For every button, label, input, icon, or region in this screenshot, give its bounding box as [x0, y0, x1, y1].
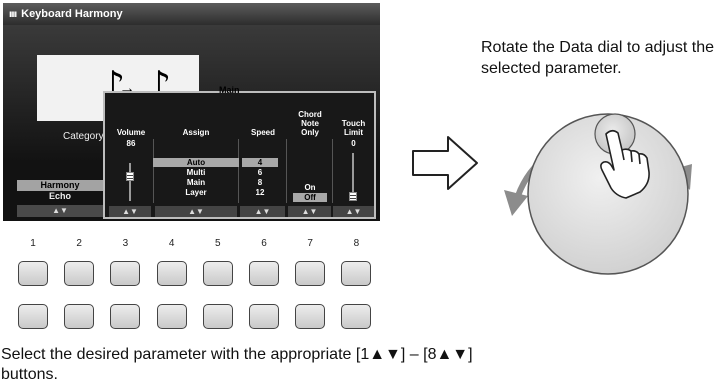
button-5-up[interactable]	[202, 261, 233, 286]
parameter-popup: Volume 86 ▲▼ Assign Auto Multi Main Laye…	[103, 91, 376, 219]
button-4-down[interactable]	[156, 304, 187, 329]
touch-limit-arrows: ▲▼	[333, 206, 374, 217]
right-arrow-icon	[412, 136, 478, 190]
column-divider	[286, 139, 287, 203]
button-2-down[interactable]	[64, 304, 95, 329]
chord-note-only-arrows: ▲▼	[288, 206, 331, 217]
button-number-1: 1	[30, 238, 36, 249]
volume-header: Volume	[116, 128, 146, 137]
button-8-down[interactable]	[341, 304, 372, 329]
chord-note-only-option-off[interactable]: Off	[293, 193, 327, 202]
button-number-7: 7	[307, 238, 313, 249]
volume-arrows: ▲▼	[109, 206, 151, 217]
button-7-up[interactable]	[295, 261, 326, 286]
assign-option-multi[interactable]: Multi	[153, 168, 239, 177]
assign-option-layer[interactable]: Layer	[153, 188, 239, 197]
speed-option-4[interactable]: 4	[242, 158, 278, 167]
screen-title-bar: ıııı Keyboard Harmony	[3, 3, 380, 25]
button-7-down[interactable]	[295, 304, 326, 329]
button-number-6: 6	[261, 238, 267, 249]
volume-slider-track[interactable]	[129, 163, 131, 201]
button-number-4: 4	[168, 238, 175, 249]
button-1-down[interactable]	[18, 304, 48, 329]
chord-note-only-option-on[interactable]: On	[293, 183, 327, 192]
category-list: Harmony Echo	[17, 180, 103, 202]
screen-title: Keyboard Harmony	[21, 8, 123, 20]
button-number-3: 3	[122, 238, 129, 249]
button-number-5: 5	[215, 238, 221, 249]
volume-value[interactable]: 86	[109, 139, 153, 148]
speed-option-8[interactable]: 8	[242, 178, 278, 187]
speed-header: Speed	[250, 128, 275, 137]
instruction-text: Select the desired parameter with the ap…	[1, 346, 473, 383]
button-6-down[interactable]	[249, 304, 279, 329]
button-6-up[interactable]	[249, 261, 279, 286]
assign-option-auto[interactable]: Auto	[153, 158, 239, 167]
assign-header: Assign	[182, 128, 210, 137]
button-3-down[interactable]	[110, 304, 141, 329]
touch-limit-header: Touch Limit	[341, 119, 366, 137]
assign-option-main[interactable]: Main	[153, 178, 239, 187]
button-2-up[interactable]	[64, 261, 95, 286]
button-number-2: 2	[76, 238, 82, 249]
category-up-down-arrows: ▲▼	[17, 205, 103, 217]
button-8-up[interactable]	[341, 261, 372, 286]
dial-caption: Rotate the Data dial to adjust the selec…	[481, 39, 715, 77]
chord-note-only-header: Chord Note Only	[298, 110, 322, 137]
list-item-harmony[interactable]: Harmony	[17, 180, 103, 191]
speed-option-12[interactable]: 12	[242, 188, 278, 197]
volume-slider-knob[interactable]	[126, 172, 134, 182]
button-1-up[interactable]	[18, 261, 48, 286]
button-3-up[interactable]	[110, 261, 141, 286]
data-dial[interactable]	[492, 92, 712, 282]
touch-limit-slider-knob[interactable]	[349, 192, 357, 201]
button-4-up[interactable]	[156, 261, 187, 286]
touch-limit-value[interactable]: 0	[333, 139, 374, 148]
keyboard-icon: ıııı	[9, 8, 17, 20]
assign-arrows: ▲▼	[155, 206, 237, 217]
button-number-8: 8	[353, 238, 360, 249]
speed-arrows: ▲▼	[240, 206, 285, 217]
button-5-down[interactable]	[202, 304, 233, 329]
column-divider	[332, 139, 333, 203]
lcd-screen: ıııı Keyboard Harmony ♪ → ♪ Main Categor…	[3, 3, 380, 221]
notation-main-label: Main	[219, 85, 240, 95]
list-item-echo[interactable]: Echo	[17, 191, 103, 202]
category-label: Category	[63, 131, 104, 142]
speed-option-6[interactable]: 6	[242, 168, 278, 177]
